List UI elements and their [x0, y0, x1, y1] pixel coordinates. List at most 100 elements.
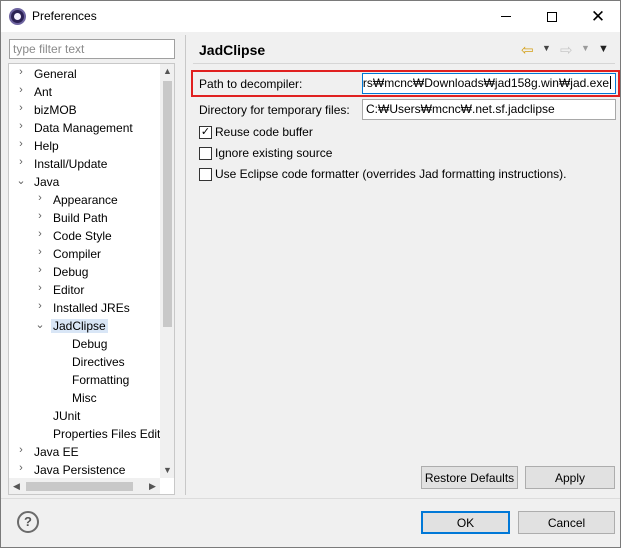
tree-item-label: General: [34, 67, 77, 81]
tree-item-label: Data Management: [34, 121, 133, 135]
expand-arrow-icon[interactable]: ›: [15, 102, 27, 118]
back-arrow-icon[interactable]: ⇦: [521, 41, 534, 59]
tree-item-label: Ant: [34, 85, 53, 99]
apply-button[interactable]: Apply: [525, 466, 615, 489]
tree-item[interactable]: › Editor: [9, 281, 161, 299]
maximize-button[interactable]: [529, 1, 575, 32]
tree-item-label: Java: [34, 175, 60, 189]
restore-defaults-button[interactable]: Restore Defaults: [421, 466, 518, 489]
expand-arrow-icon[interactable]: ›: [15, 138, 27, 154]
tree-item[interactable]: › Code Style: [9, 227, 161, 245]
tree-item[interactable]: › Debug: [9, 263, 161, 281]
decompiler-path-input[interactable]: ers₩mcnc₩Downloads₩jad158g.win₩jad.exe: [362, 73, 616, 94]
checked-checkbox-icon[interactable]: ✓: [199, 126, 212, 139]
checkbox-icon[interactable]: [199, 147, 212, 160]
checkbox-icon[interactable]: [199, 168, 212, 181]
expand-arrow-icon[interactable]: ›: [15, 444, 27, 460]
tree-item[interactable]: Misc: [9, 389, 161, 407]
tree-item[interactable]: Debug: [9, 335, 161, 353]
tree-item-label: Editor: [53, 283, 85, 297]
preferences-window: Preferences ✕ type filter text › General ›…: [0, 0, 621, 548]
tree-item-label: JadClipse: [51, 319, 108, 333]
expand-arrow-icon[interactable]: ›: [15, 462, 27, 478]
filter-input[interactable]: type filter text: [9, 39, 175, 59]
tempdir-label: Directory for temporary files:: [199, 103, 350, 117]
close-button[interactable]: ✕: [575, 1, 621, 32]
decompiler-path-value: ers₩mcnc₩Downloads₩jad158g.win₩jad.exe: [362, 76, 611, 90]
view-menu-icon[interactable]: ▼: [598, 43, 609, 55]
scroll-down-icon[interactable]: ▼: [160, 463, 174, 478]
tree-item[interactable]: › Build Path: [9, 209, 161, 227]
back-dropdown-icon[interactable]: ▼: [542, 43, 551, 53]
expand-arrow-icon[interactable]: ›: [15, 66, 27, 82]
tree-item[interactable]: JUnit: [9, 407, 161, 425]
expand-arrow-icon[interactable]: ›: [34, 246, 46, 262]
tree-item-label: Properties Files Edito: [53, 427, 168, 441]
tempdir-input[interactable]: C:₩Users₩mcnc₩.net.sf.jadclipse: [362, 99, 616, 120]
text-caret: [610, 76, 611, 89]
tree-item[interactable]: › Compiler: [9, 245, 161, 263]
tree-item-label: Java EE: [34, 445, 79, 459]
tree-item[interactable]: › Installed JREs: [9, 299, 161, 317]
tree-item-label: Help: [34, 139, 59, 153]
tree-item[interactable]: › Java Persistence: [9, 461, 161, 479]
tree-item-label: Code Style: [53, 229, 112, 243]
footer-divider: [1, 498, 620, 499]
expand-arrow-icon[interactable]: ›: [34, 264, 46, 280]
tree-item[interactable]: › bizMOB: [9, 101, 161, 119]
tree-item-label: Installed JREs: [53, 301, 130, 315]
tree-item[interactable]: ⌄ JadClipse: [9, 317, 161, 335]
cancel-button[interactable]: Cancel: [518, 511, 615, 534]
tree-horizontal-scrollbar[interactable]: ◀ ▶: [9, 478, 160, 494]
collapse-arrow-icon[interactable]: ⌄: [34, 318, 46, 334]
close-icon: ✕: [590, 7, 606, 26]
tree-item[interactable]: › General: [9, 65, 161, 83]
eclipse-icon: [9, 8, 26, 25]
tree-item[interactable]: Directives: [9, 353, 161, 371]
tree-item[interactable]: › Java EE: [9, 443, 161, 461]
tree-item-label: Debug: [72, 337, 108, 351]
expand-arrow-icon[interactable]: ›: [15, 120, 27, 136]
expand-arrow-icon[interactable]: ›: [34, 282, 46, 298]
forward-arrow-icon[interactable]: ⇨: [560, 41, 573, 59]
expand-arrow-icon[interactable]: ›: [34, 228, 46, 244]
tree-vertical-scrollbar[interactable]: ▲ ▼: [160, 64, 174, 478]
ok-button[interactable]: OK: [421, 511, 510, 534]
help-icon[interactable]: ?: [17, 511, 39, 533]
tree-item-label: Build Path: [53, 211, 108, 225]
tree-item-label: Install/Update: [34, 157, 108, 171]
option-label: Ignore existing source: [215, 146, 333, 160]
forward-dropdown-icon[interactable]: ▼: [581, 43, 590, 53]
tree-item-label: Debug: [53, 265, 89, 279]
collapse-arrow-icon[interactable]: ⌄: [15, 174, 27, 190]
scroll-left-icon[interactable]: ◀: [9, 478, 24, 494]
minimize-button[interactable]: [483, 1, 529, 32]
minimize-icon: [501, 16, 511, 17]
expand-arrow-icon[interactable]: ›: [15, 156, 27, 172]
expand-arrow-icon[interactable]: ›: [15, 84, 27, 100]
vertical-scroll-thumb[interactable]: [163, 81, 172, 327]
maximize-icon: [547, 11, 557, 22]
tree-item[interactable]: › Help: [9, 137, 161, 155]
tree-item[interactable]: Properties Files Edito: [9, 425, 167, 443]
tree-item-label: Directives: [72, 355, 125, 369]
scroll-right-icon[interactable]: ▶: [145, 478, 160, 494]
page-title: JadClipse: [199, 42, 266, 58]
tree-item[interactable]: › Install/Update: [9, 155, 161, 173]
tree-item[interactable]: › Appearance: [9, 191, 161, 209]
scroll-up-icon[interactable]: ▲: [160, 64, 174, 79]
expand-arrow-icon[interactable]: ›: [34, 210, 46, 226]
tree-item[interactable]: ⌄ Java: [9, 173, 161, 191]
expand-arrow-icon[interactable]: ›: [34, 192, 46, 208]
decompiler-label: Path to decompiler:: [199, 77, 303, 91]
tree-item[interactable]: Formatting: [9, 371, 161, 389]
tree-item-label: Compiler: [53, 247, 102, 261]
tree-item-label: JUnit: [53, 409, 81, 423]
tree-item[interactable]: › Data Management: [9, 119, 161, 137]
expand-arrow-icon[interactable]: ›: [34, 300, 46, 316]
pane-splitter[interactable]: [185, 35, 186, 495]
decompiler-path-text: ers₩mcnc₩Downloads₩jad158g.win₩jad.exe: [362, 76, 609, 90]
horizontal-scroll-thumb[interactable]: [26, 482, 133, 491]
tree-item[interactable]: › Ant: [9, 83, 161, 101]
title-bar: Preferences ✕: [1, 1, 620, 32]
